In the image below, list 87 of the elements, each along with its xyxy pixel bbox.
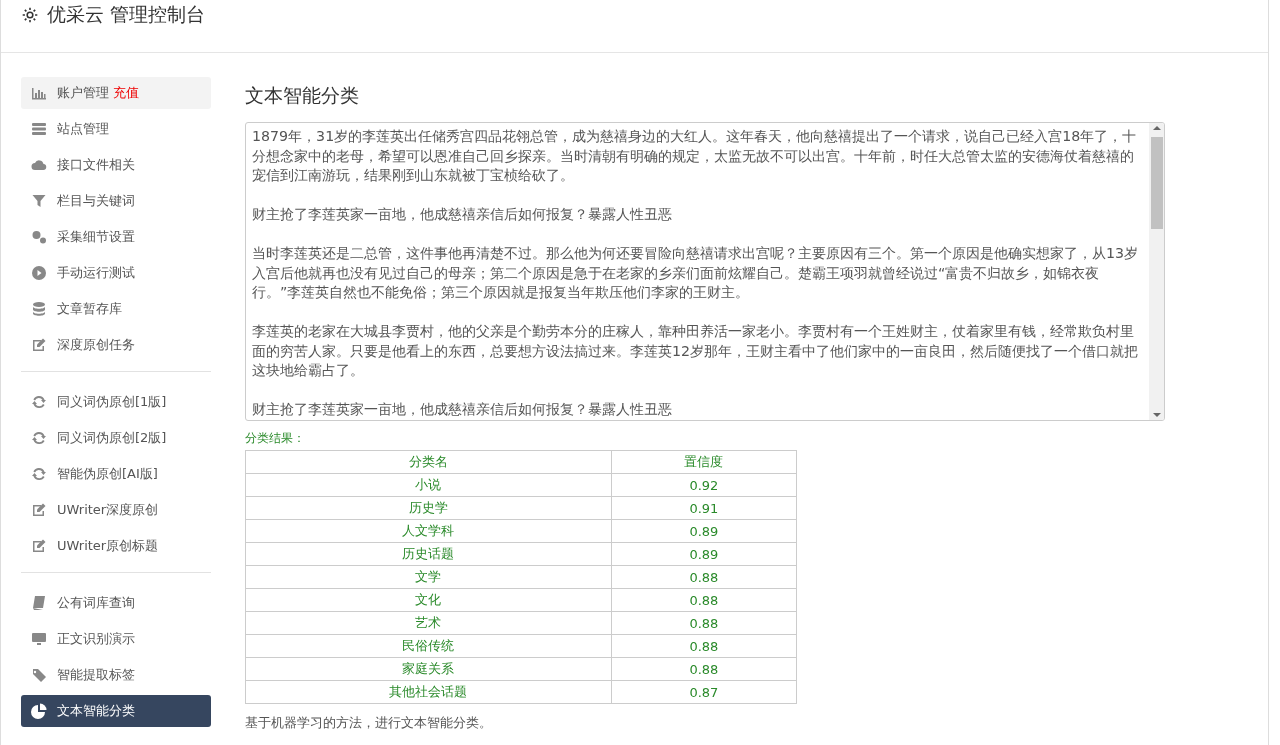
item-label: 文本智能分类 <box>57 702 135 720</box>
sidebar-item[interactable]: 深度原创任务 <box>21 329 211 361</box>
sidebar-item[interactable]: 同义词伪原创[1版] <box>21 386 211 418</box>
sidebar-item[interactable]: 同义词伪原创[2版] <box>21 422 211 454</box>
edit-icon <box>31 538 47 554</box>
paragraph: 1879年，31岁的李莲英出任储秀宫四品花翎总管，成为慈禧身边的大红人。这年春天，他向慈禧提出了一个请求，说自己已经入宫18年了，十分想念家中的老母，希望可以恩准自己回乡探亲。当时清朝有明确的规定，太监无故不可以出宫。十年前，时任大总管太监的安德海仗着慈禧的宠信到江南游玩，结果刚到山东就被丁宝桢给砍了。 <box>252 127 1138 185</box>
refresh-icon <box>31 430 47 446</box>
sidebar-item[interactable]: 文章暂存库 <box>21 293 211 325</box>
app-title: 优采云 管理控制台 <box>47 2 206 27</box>
sidebar-item[interactable]: 账户管理 充值 <box>21 77 211 109</box>
table-cell: 0.89 <box>611 542 797 566</box>
item-label: 账户管理 <box>57 84 109 102</box>
refresh-icon <box>31 466 47 482</box>
table-cell: 0.88 <box>611 588 797 612</box>
paragraph: 当时李莲英还是二总管，这件事他再清楚不过。那么他为何还要冒险向慈禧请求出宫呢？主要原因有三个。第一个原因是他确实想家了，从13岁入宫后他就再也没有见过自己的母亲；第二个原因是急于在老家的乡亲们面前炫耀自己。楚霸王项羽就曾经说过“富贵不归故乡，如锦衣夜行。”李莲英自然也不能免俗；第三个原因就是报复当年欺压他们李家的王财主。 <box>252 244 1140 302</box>
monitor-icon <box>31 631 47 647</box>
table-cell: 文学 <box>245 565 612 589</box>
paragraph: 财主抢了李莲英家一亩地，他成慈禧亲信后如何报复？暴露人性丑恶 <box>252 400 673 419</box>
table-cell: 历史话题 <box>245 542 612 566</box>
table-cell: 历史学 <box>245 496 612 520</box>
table-cell: 文化 <box>245 588 612 612</box>
column-header: 分类名 <box>245 450 612 474</box>
sidebar-item[interactable]: 采集细节设置 <box>21 221 211 253</box>
sidebar-item[interactable]: 正文识别演示 <box>21 623 211 655</box>
table-cell: 人文学科 <box>245 519 612 543</box>
sidebar-item[interactable]: 栏目与关键词 <box>21 185 211 217</box>
sidebar-item[interactable]: 接口文件相关 <box>21 149 211 181</box>
table-cell: 小说 <box>245 473 612 497</box>
table-cell: 0.92 <box>611 473 797 497</box>
table-cell: 0.88 <box>611 657 797 681</box>
item-label: 智能提取标签 <box>57 666 135 684</box>
edit-icon <box>31 337 47 353</box>
paragraph: 财主抢了李莲英家一亩地，他成慈禧亲信后如何报复？暴露人性丑恶 <box>252 205 673 224</box>
item-label: 正文识别演示 <box>57 630 135 648</box>
item-label: 站点管理 <box>57 120 109 138</box>
tag-icon <box>31 667 47 683</box>
page-title: 文本智能分类 <box>245 83 360 108</box>
book-icon <box>31 595 47 611</box>
description-text: 基于机器学习的方法，进行文本智能分类。 <box>245 714 493 732</box>
play-icon <box>31 265 47 281</box>
table-cell: 民俗传统 <box>245 634 612 658</box>
sidebar-item[interactable]: 文本智能分类 <box>21 695 211 727</box>
edit-icon <box>31 502 47 518</box>
result-label: 分类结果： <box>245 430 306 447</box>
item-label: 手动运行测试 <box>57 264 135 282</box>
table-cell: 0.88 <box>611 565 797 589</box>
scrollbar[interactable] <box>1149 123 1164 420</box>
table-cell: 0.88 <box>611 634 797 658</box>
database-icon <box>31 301 47 317</box>
server-icon <box>31 121 47 137</box>
filter-icon <box>31 193 47 209</box>
item-label: 同义词伪原创[1版] <box>57 393 167 411</box>
item-label: UWriter原创标题 <box>57 537 159 555</box>
table-cell: 0.87 <box>611 680 797 704</box>
sidebar-item[interactable]: UWriter原创标题 <box>21 530 211 562</box>
item-label: 文章暂存库 <box>57 300 122 318</box>
recharge-link[interactable]: 充值 <box>113 84 139 102</box>
item-label: 栏目与关键词 <box>57 192 135 210</box>
sidebar-item[interactable]: 手动运行测试 <box>21 257 211 289</box>
item-label: 智能伪原创[AI版] <box>57 465 158 483</box>
item-label: 采集细节设置 <box>57 228 135 246</box>
table-cell: 0.91 <box>611 496 797 520</box>
pie-chart-icon <box>31 703 47 719</box>
sidebar-item[interactable]: 站点管理 <box>21 113 211 145</box>
table-cell: 其他社会话题 <box>245 680 612 704</box>
text-input[interactable] <box>245 122 1165 421</box>
paragraph: 李莲英的老家在大城县李贾村，他的父亲是个勤劳本分的庄稼人，靠种田养活一家老小。李贾村有一个王姓财主，仗着家里有钱，经常欺负村里面的穷苦人家。只要是他看上的东西，总要想方设法搞过来。李莲英12岁那年，王财主看中了他们家中的一亩良田，然后随便找了一个借口就把这块地给霸占了。 <box>252 322 1140 380</box>
sidebar-item[interactable]: 智能伪原创[AI版] <box>21 458 211 490</box>
scroll-up-icon[interactable] <box>1152 126 1161 130</box>
item-label: 深度原创任务 <box>57 336 135 354</box>
cloud-upload-icon <box>31 157 47 173</box>
item-label: UWriter深度原创 <box>57 501 159 519</box>
item-label: 同义词伪原创[2版] <box>57 429 167 447</box>
sidebar-item[interactable]: 智能提取标签 <box>21 659 211 691</box>
bar-chart-icon <box>31 85 47 101</box>
refresh-icon <box>31 394 47 410</box>
table-cell: 0.89 <box>611 519 797 543</box>
column-header: 置信度 <box>611 450 797 474</box>
table-cell: 艺术 <box>245 611 612 635</box>
item-label: 接口文件相关 <box>57 156 135 174</box>
table-cell: 家庭关系 <box>245 657 612 681</box>
item-label: 公有词库查询 <box>57 594 135 612</box>
sidebar-item[interactable]: UWriter深度原创 <box>21 494 211 526</box>
table-cell: 0.88 <box>611 611 797 635</box>
scroll-down-icon[interactable] <box>1152 413 1161 417</box>
settings-icon <box>21 6 39 24</box>
sidebar-item[interactable]: 公有词库查询 <box>21 587 211 619</box>
